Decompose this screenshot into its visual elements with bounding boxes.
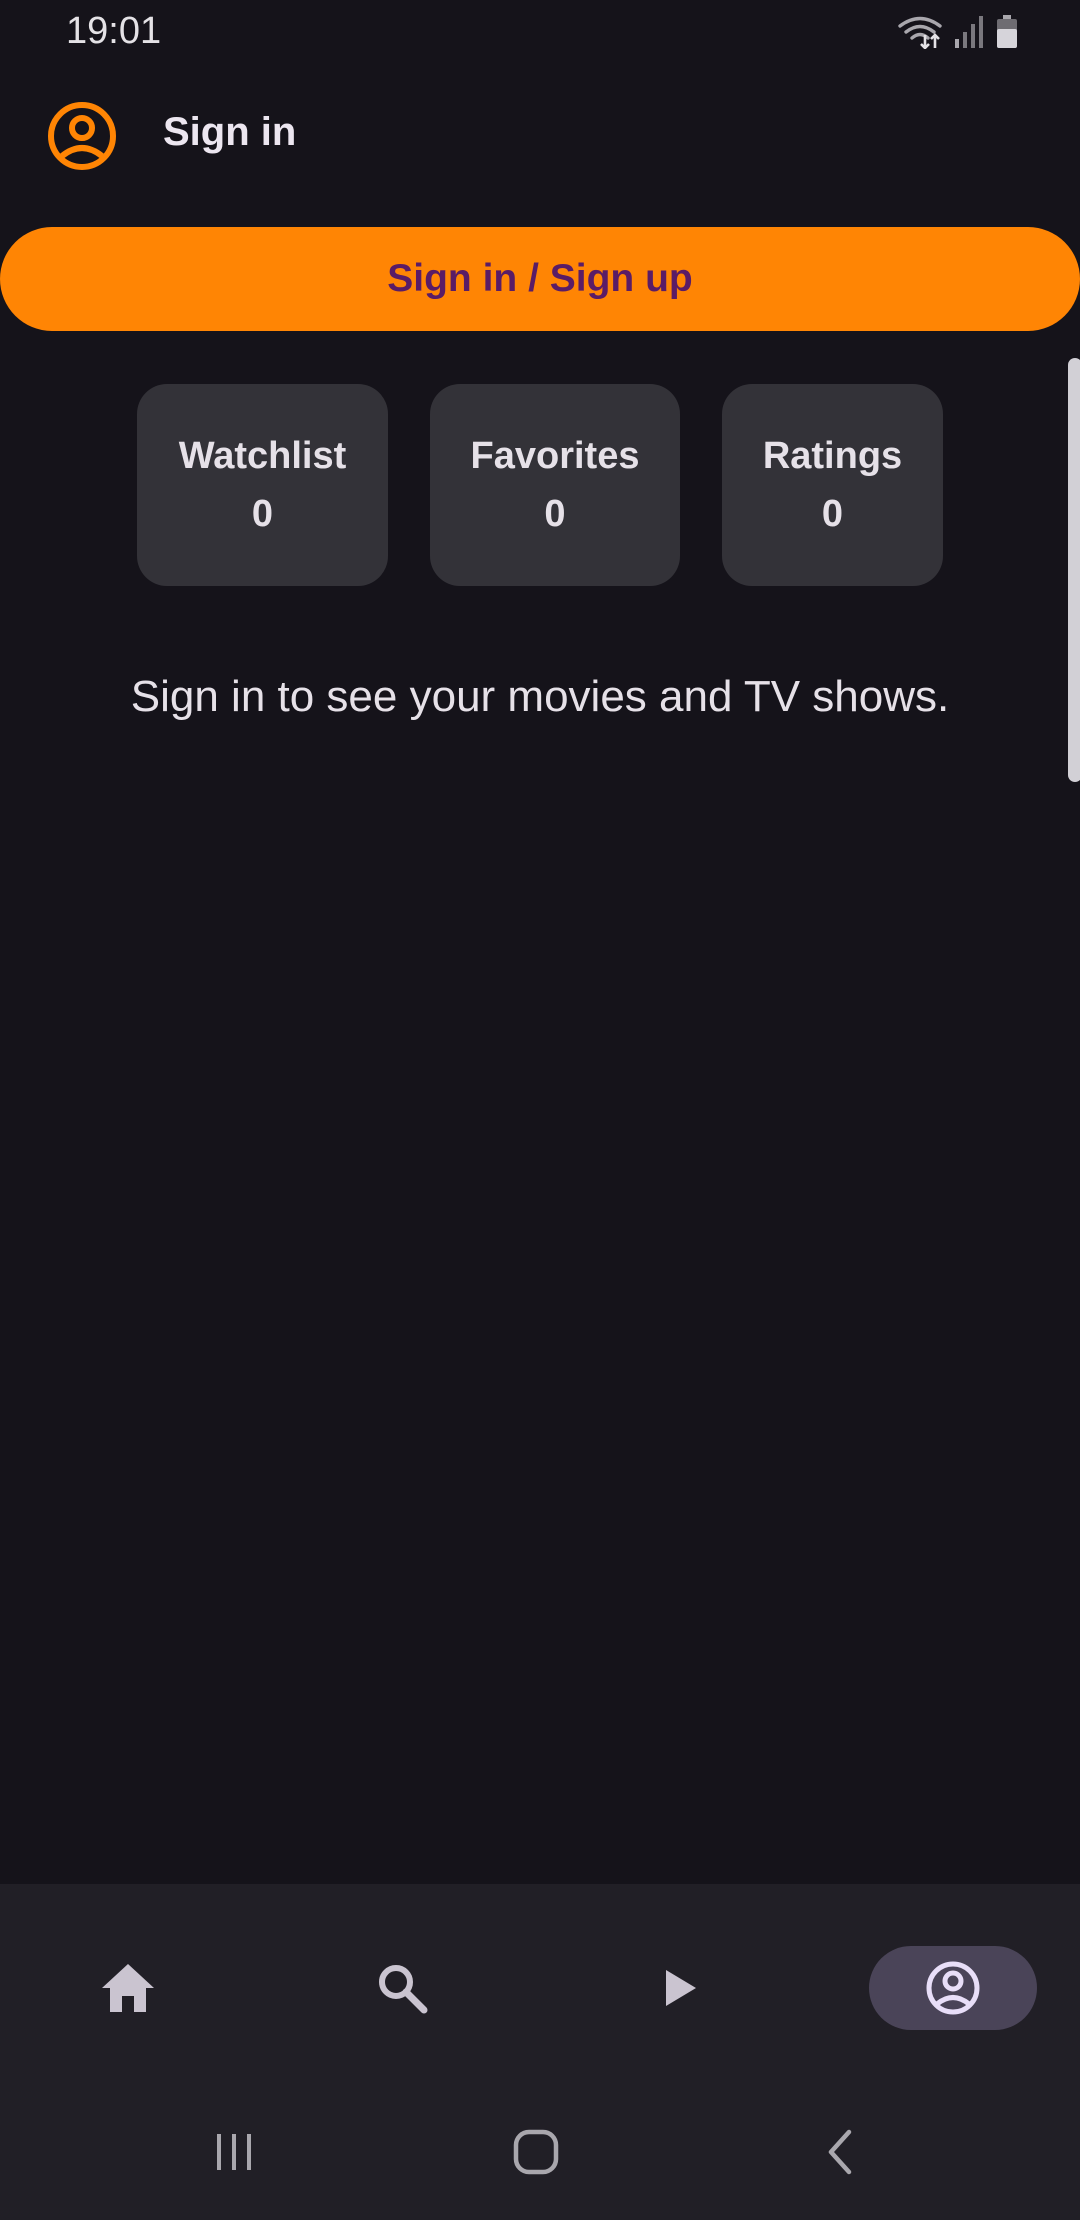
status-bar: 19:01 xyxy=(0,0,1080,66)
stats-row: Watchlist 0 Favorites 0 Ratings 0 xyxy=(0,384,1080,586)
status-icons xyxy=(898,14,1018,50)
search-icon xyxy=(379,1965,428,2014)
account-circle-icon[interactable] xyxy=(46,100,118,172)
play-icon xyxy=(666,1970,696,2006)
system-back-button[interactable] xyxy=(800,2120,880,2184)
bottom-navigation xyxy=(0,1884,1080,2084)
stat-label: Watchlist xyxy=(178,435,347,477)
back-icon xyxy=(828,2129,852,2175)
watchlist-card[interactable]: Watchlist 0 xyxy=(137,384,388,586)
stat-value: 0 xyxy=(251,493,274,535)
recents-icon xyxy=(217,2134,251,2170)
home-button-icon xyxy=(513,2129,559,2175)
page-title: Sign in xyxy=(163,110,297,154)
favorites-card[interactable]: Favorites 0 xyxy=(430,384,680,586)
system-navigation-bar xyxy=(0,2084,1080,2220)
nav-profile[interactable] xyxy=(869,1946,1037,2030)
stat-label: Ratings xyxy=(762,435,903,477)
screen: 19:01 Sign in Sign in / Sign up Watchlis… xyxy=(0,0,1080,2220)
system-home-button[interactable] xyxy=(496,2120,576,2184)
stat-label: Favorites xyxy=(470,435,640,477)
ratings-card[interactable]: Ratings 0 xyxy=(722,384,943,586)
sign-in-sign-up-button[interactable]: Sign in / Sign up xyxy=(0,227,1080,331)
nav-search[interactable] xyxy=(352,1946,452,2030)
header: Sign in xyxy=(0,92,1080,180)
status-time: 19:01 xyxy=(66,10,162,52)
recents-button[interactable] xyxy=(194,2120,274,2184)
stat-value: 0 xyxy=(821,493,844,535)
stat-value: 0 xyxy=(544,493,566,535)
wifi-icon xyxy=(898,16,942,49)
nav-home[interactable] xyxy=(78,1946,178,2030)
scrollbar[interactable] xyxy=(1068,358,1080,782)
nav-play[interactable] xyxy=(630,1946,730,2030)
signal-icon xyxy=(955,16,983,48)
battery-icon xyxy=(997,15,1017,48)
empty-state-message: Sign in to see your movies and TV shows. xyxy=(130,672,950,721)
home-icon xyxy=(102,1964,154,2012)
account-circle-icon xyxy=(926,1961,980,2015)
